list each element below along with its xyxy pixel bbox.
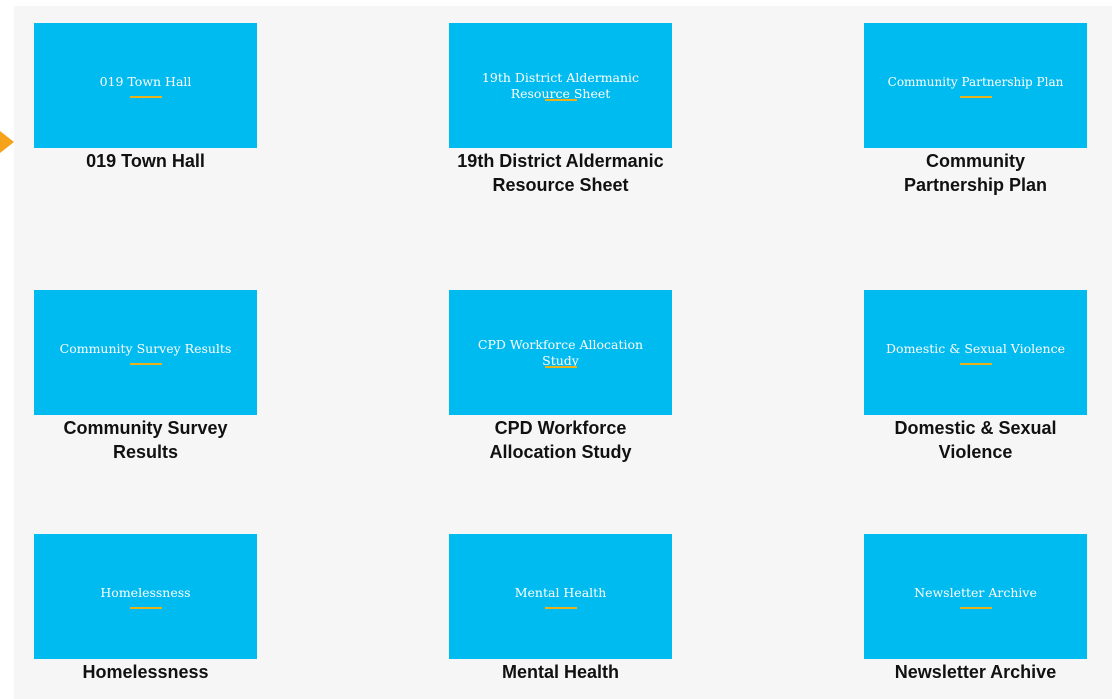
thumbnail-underline: [544, 606, 577, 609]
resource-caption[interactable]: Domestic & Sexual Violence: [864, 416, 1087, 464]
resource-card-community-partnership-plan[interactable]: Community Partnership Plan Community Par…: [864, 23, 1087, 197]
page: 019 Town Hall 019 Town Hall 19th Distric…: [0, 0, 1112, 699]
resource-card-19th-district-aldermanic-resource-sheet[interactable]: 19th District Aldermanic Resource Sheet …: [449, 23, 672, 197]
thumbnail-underline: [544, 99, 577, 101]
resource-caption[interactable]: Newsletter Archive: [864, 660, 1087, 684]
thumbnail-title: Mental Health: [514, 584, 607, 600]
resource-thumbnail[interactable]: Community Partnership Plan: [864, 23, 1087, 148]
resource-thumbnail[interactable]: Homelessness: [34, 534, 257, 659]
resource-thumbnail[interactable]: Community Survey Results: [34, 290, 257, 415]
thumbnail-title: 19th District Aldermanic Resource Sheet: [481, 70, 640, 101]
resource-caption[interactable]: Mental Health: [449, 660, 672, 684]
thumbnail-underline: [959, 95, 992, 98]
thumbnail-title: Domestic & Sexual Violence: [886, 340, 1065, 356]
thumbnail-underline: [129, 95, 162, 98]
thumbnail-title: Community Partnership Plan: [887, 74, 1064, 89]
thumbnail-underline: [544, 366, 577, 368]
resource-thumbnail[interactable]: Newsletter Archive: [864, 534, 1087, 659]
thumbnail-title: CPD Workforce Allocation Study: [477, 337, 644, 368]
thumbnail-title: Community Survey Results: [59, 340, 232, 356]
resource-thumbnail[interactable]: 19th District Aldermanic Resource Sheet: [449, 23, 672, 148]
thumbnail-title: Newsletter Archive: [914, 584, 1037, 600]
resource-card-newsletter-archive[interactable]: Newsletter Archive Newsletter Archive: [864, 534, 1087, 684]
resource-card-community-survey-results[interactable]: Community Survey Results Community Surve…: [34, 290, 257, 464]
resource-card-domestic-sexual-violence[interactable]: Domestic & Sexual Violence Domestic & Se…: [864, 290, 1087, 464]
resource-card-019-town-hall[interactable]: 019 Town Hall 019 Town Hall: [34, 23, 257, 173]
thumbnail-underline: [959, 606, 992, 609]
resource-thumbnail[interactable]: Mental Health: [449, 534, 672, 659]
resource-caption[interactable]: Homelessness: [34, 660, 257, 684]
resource-thumbnail[interactable]: Domestic & Sexual Violence: [864, 290, 1087, 415]
resource-caption[interactable]: Community Survey Results: [34, 416, 257, 464]
arrow-right-icon: [0, 131, 14, 153]
thumbnail-underline: [129, 606, 162, 609]
resource-thumbnail[interactable]: 019 Town Hall: [34, 23, 257, 148]
resource-caption[interactable]: 019 Town Hall: [34, 149, 257, 173]
resource-thumbnail[interactable]: CPD Workforce Allocation Study: [449, 290, 672, 415]
resource-caption[interactable]: 19th District Aldermanic Resource Sheet: [449, 149, 672, 197]
resource-caption[interactable]: Community Partnership Plan: [864, 149, 1087, 197]
resource-caption[interactable]: CPD Workforce Allocation Study: [449, 416, 672, 464]
resource-card-cpd-workforce-allocation-study[interactable]: CPD Workforce Allocation Study CPD Workf…: [449, 290, 672, 464]
thumbnail-title: 019 Town Hall: [99, 73, 192, 89]
thumbnail-underline: [129, 362, 162, 365]
thumbnail-underline: [959, 362, 992, 365]
resource-card-homelessness[interactable]: Homelessness Homelessness: [34, 534, 257, 684]
resource-card-mental-health[interactable]: Mental Health Mental Health: [449, 534, 672, 684]
thumbnail-title: Homelessness: [100, 584, 191, 600]
